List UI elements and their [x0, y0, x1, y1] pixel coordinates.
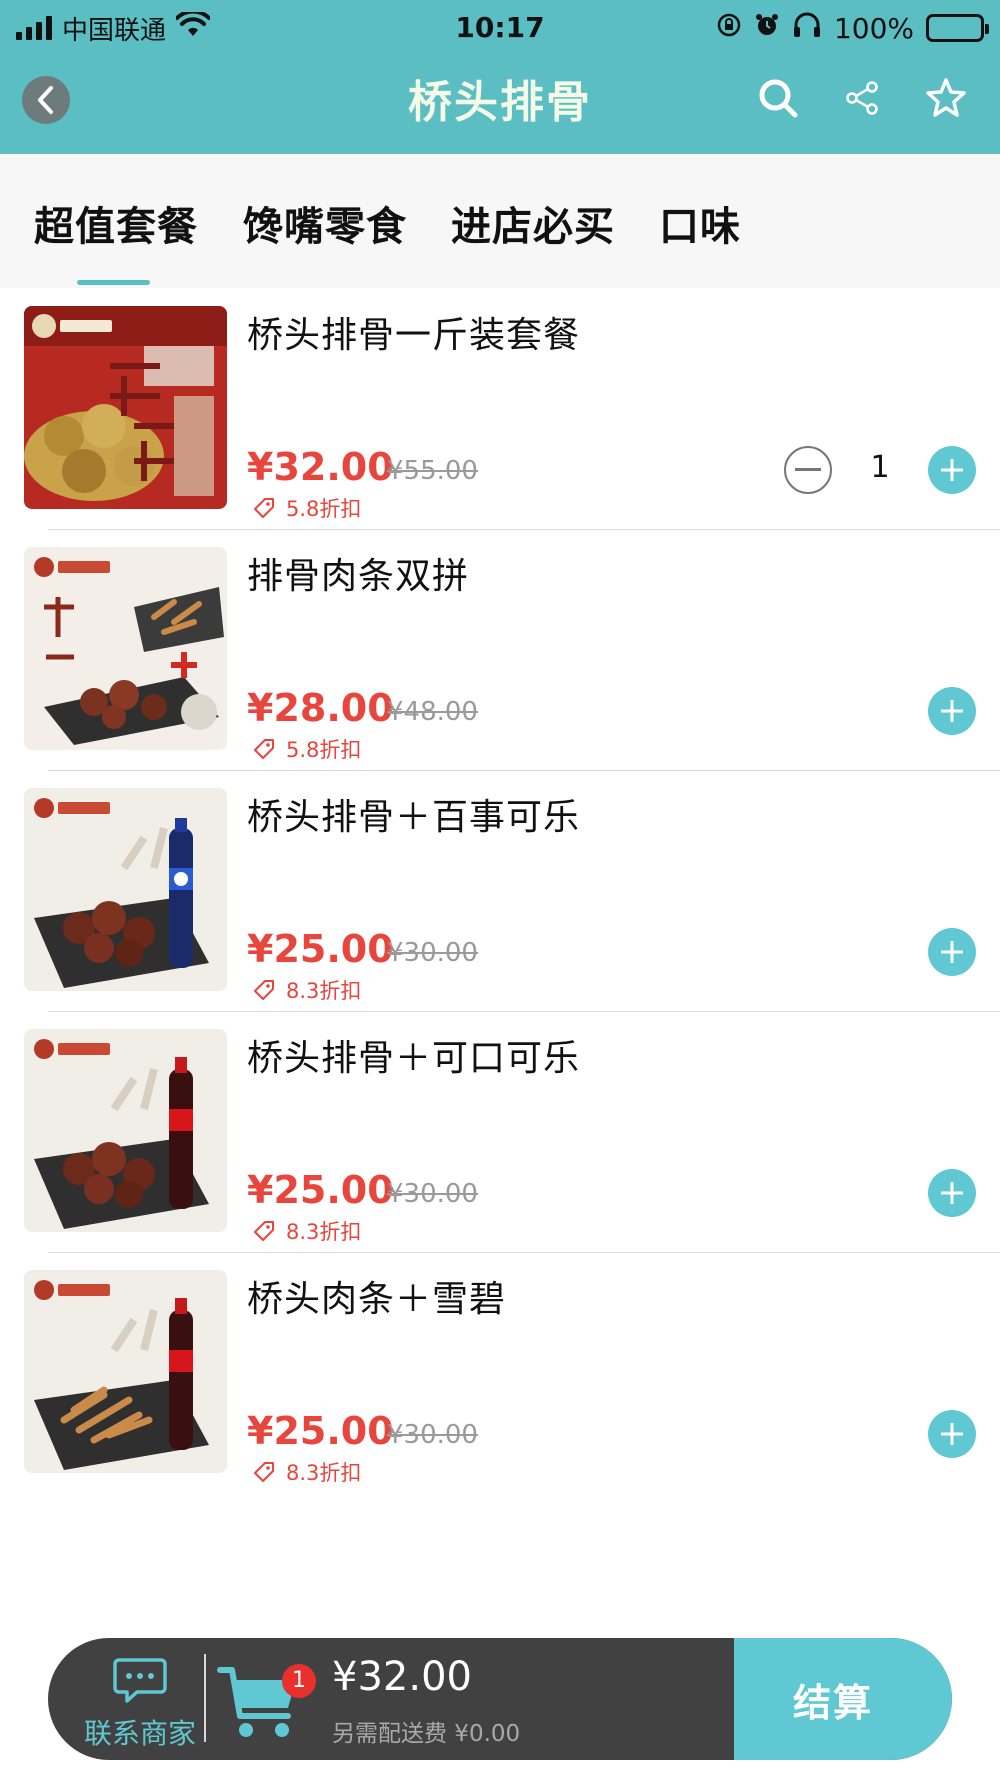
product-name: 排骨肉条双拼 [247, 556, 470, 597]
product-price: ¥25.00 [247, 1168, 394, 1212]
battery-icon [926, 14, 989, 42]
list-item[interactable]: 桥头肉条＋雪碧 ¥25.00 ¥30.00 8.3折扣 [0, 1252, 1000, 1494]
strips-sprite-image[interactable] [24, 1270, 227, 1473]
battery-percent: 100% [833, 11, 914, 45]
rotation-lock-icon [716, 12, 742, 45]
plus-icon [941, 1423, 963, 1445]
original-price: ¥30.00 [387, 1179, 478, 1209]
tab-must-buy[interactable]: 进店必买 [451, 194, 615, 252]
category-tabs: 超值套餐 馋嘴零食 进店必买 口味 [0, 154, 1000, 288]
discount-label: 8.3折扣 [286, 1461, 362, 1485]
chat-icon [113, 1658, 167, 1703]
ribs-pepsi-image[interactable] [24, 788, 227, 991]
decrease-quantity-button[interactable] [784, 446, 832, 494]
tag-icon [254, 1221, 274, 1241]
cart-divider [204, 1654, 206, 1742]
list-item[interactable]: 桥头排骨一斤装套餐 ¥32.00 ¥55.00 5.8折扣 1 [0, 288, 1000, 530]
list-item[interactable]: 桥头排骨＋百事可乐 ¥25.00 ¥30.00 8.3折扣 [0, 770, 1000, 1012]
product-name: 桥头肉条＋雪碧 [247, 1279, 507, 1320]
ribs-combo-image[interactable] [24, 306, 227, 509]
tab-flavors[interactable]: 口味 [659, 194, 741, 252]
product-price: ¥28.00 [247, 686, 394, 730]
nav-actions [754, 74, 970, 122]
plus-icon [941, 941, 963, 963]
plus-icon [941, 459, 963, 481]
tab-snacks[interactable]: 馋嘴零食 [243, 194, 407, 252]
nav-bar: 桥头排骨 [0, 54, 1000, 154]
add-to-cart-button[interactable] [928, 687, 976, 735]
active-tab-indicator [77, 280, 150, 285]
list-item[interactable]: 桥头排骨＋可口可乐 ¥25.00 ¥30.00 8.3折扣 [0, 1011, 1000, 1253]
product-price: ¥25.00 [247, 1409, 394, 1453]
headphones-icon [792, 12, 822, 45]
original-price: ¥30.00 [387, 938, 478, 968]
plus-icon [941, 1182, 963, 1204]
discount-label: 8.3折扣 [286, 979, 362, 1003]
original-price: ¥48.00 [387, 697, 478, 727]
cart-bar: 联系商家 1 ¥32.00 另需配送费 ¥0.00 结算 [48, 1638, 952, 1760]
product-price: ¥25.00 [247, 927, 394, 971]
tag-icon [254, 498, 274, 518]
star-icon [926, 78, 966, 117]
product-name: 桥头排骨＋百事可乐 [247, 797, 581, 838]
alarm-icon [754, 12, 780, 45]
list-item[interactable]: 排骨肉条双拼 ¥28.00 ¥48.00 5.8折扣 [0, 529, 1000, 771]
add-to-cart-button[interactable] [928, 446, 976, 494]
cart-count-badge: 1 [282, 1664, 316, 1698]
delivery-fee-note: 另需配送费 ¥0.00 [332, 1721, 521, 1747]
discount-label: 8.3折扣 [286, 1220, 362, 1244]
product-name: 桥头排骨一斤装套餐 [247, 315, 581, 356]
ribs-strips-image[interactable] [24, 547, 227, 750]
tab-value-combos[interactable]: 超值套餐 [34, 194, 198, 252]
discount-tag: 8.3折扣 [252, 975, 361, 1005]
tag-icon [254, 980, 274, 1000]
search-button[interactable] [754, 74, 802, 122]
add-to-cart-button[interactable] [928, 1410, 976, 1458]
share-button[interactable] [838, 74, 886, 122]
original-price: ¥55.00 [387, 456, 478, 486]
contact-merchant-button[interactable]: 联系商家 [78, 1656, 202, 1752]
search-icon [759, 79, 798, 118]
tag-icon [254, 739, 274, 759]
status-bar: 中国联通 10:17 100% [0, 0, 1000, 54]
discount-label: 5.8折扣 [286, 738, 362, 762]
cart-total: ¥32.00 [332, 1654, 472, 1700]
share-icon [846, 81, 878, 115]
product-price: ¥32.00 [247, 445, 394, 489]
discount-tag: 5.8折扣 [252, 493, 361, 523]
product-name: 桥头排骨＋可口可乐 [247, 1038, 581, 1079]
minus-icon [795, 468, 821, 471]
discount-label: 5.8折扣 [286, 497, 362, 521]
plus-icon [941, 700, 963, 722]
discount-tag: 8.3折扣 [252, 1457, 361, 1487]
add-to-cart-button[interactable] [928, 1169, 976, 1217]
original-price: ¥30.00 [387, 1420, 478, 1450]
discount-tag: 5.8折扣 [252, 734, 361, 764]
ribs-cola-image[interactable] [24, 1029, 227, 1232]
discount-tag: 8.3折扣 [252, 1216, 361, 1246]
favorite-button[interactable] [922, 74, 970, 122]
tag-icon [254, 1462, 274, 1482]
add-to-cart-button[interactable] [928, 928, 976, 976]
contact-merchant-label: 联系商家 [83, 1717, 196, 1750]
checkout-button[interactable]: 结算 [734, 1638, 952, 1760]
quantity-value: 1 [870, 450, 890, 485]
status-right: 100% [716, 8, 989, 48]
